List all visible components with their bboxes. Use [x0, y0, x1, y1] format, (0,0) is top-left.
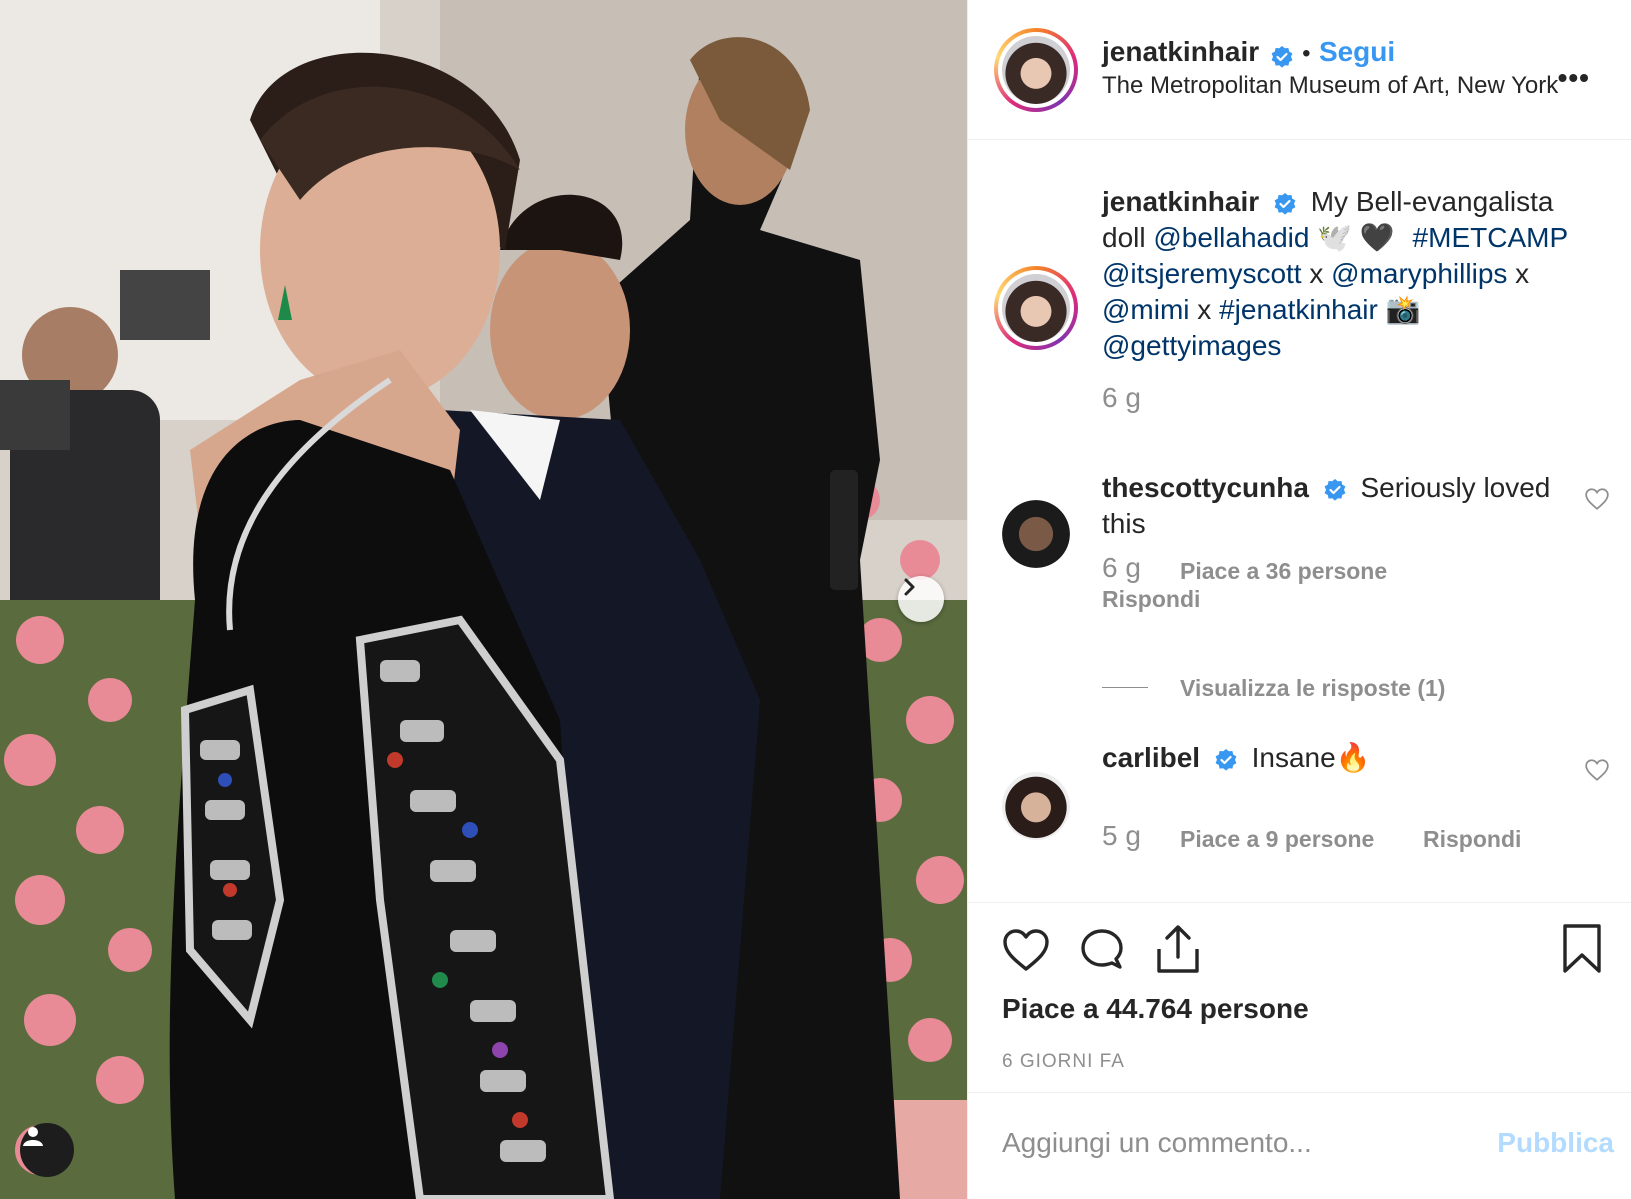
author-username[interactable]: jenatkinhair: [1102, 36, 1259, 67]
more-options-button[interactable]: •••: [1558, 62, 1590, 94]
post-actions: Piace a 44.764 persone 6 GIORNI FA: [968, 902, 1631, 1092]
caption-line1: My Bell-evangalista: [1310, 186, 1554, 217]
next-image-button[interactable]: [898, 576, 944, 622]
comment-icon[interactable]: [1078, 927, 1126, 975]
view-replies-button[interactable]: Visualizza le risposte (1): [1180, 675, 1445, 702]
bookmark-icon[interactable]: [1562, 923, 1602, 975]
add-comment-bar: Pubblica: [968, 1092, 1631, 1199]
caption-text: jenatkinhair My Bell-evangalista doll @b…: [1102, 184, 1602, 364]
like-comment-heart-icon[interactable]: [1584, 486, 1610, 512]
post-header: jenatkinhair • Segui The Metropolitan Mu…: [968, 0, 1631, 140]
replies-divider: [1102, 687, 1148, 688]
publish-button[interactable]: Pubblica: [1497, 1127, 1614, 1159]
post-sidebar: jenatkinhair • Segui The Metropolitan Mu…: [967, 0, 1631, 1199]
caption-doll: doll: [1102, 222, 1146, 253]
mention-maryphillips[interactable]: @maryphillips: [1331, 258, 1507, 289]
separator-dot: •: [1302, 40, 1311, 67]
comment-text: thescottycunha Seriously loved this: [1102, 470, 1562, 542]
post-location[interactable]: The Metropolitan Museum of Art, New York: [1102, 72, 1558, 100]
comment-likes[interactable]: Piace a 36 persone: [1180, 558, 1387, 585]
author-avatar[interactable]: [994, 28, 1078, 112]
mention-mimi[interactable]: @mimi: [1102, 294, 1190, 325]
comment-username[interactable]: carlibel: [1102, 742, 1200, 773]
author-line: jenatkinhair • Segui: [1102, 36, 1395, 69]
comment-time[interactable]: 6 g: [1102, 552, 1141, 584]
comment-body: Seriously loved: [1360, 472, 1551, 503]
share-icon[interactable]: [1154, 923, 1202, 975]
caption-emoji-2: 📸: [1385, 294, 1421, 325]
tagged-users-button[interactable]: [20, 1123, 74, 1177]
follow-button[interactable]: Segui: [1319, 36, 1395, 67]
caption-time[interactable]: 6 g: [1102, 382, 1141, 414]
add-comment-input[interactable]: [1002, 1123, 1462, 1163]
verified-badge-icon: [1274, 192, 1296, 215]
comment-time[interactable]: 5 g: [1102, 820, 1141, 852]
chevron-right-icon: [904, 578, 915, 596]
verified-badge-icon: [1271, 45, 1293, 68]
caption-x: x: [1309, 258, 1324, 289]
post-media[interactable]: [0, 0, 967, 1199]
hashtag-jenatkinhair[interactable]: #jenatkinhair: [1219, 294, 1378, 325]
comment-body: Insane🔥: [1251, 742, 1371, 773]
comment-body-cont: this: [1102, 508, 1146, 539]
mention-bellahadid[interactable]: @bellahadid: [1153, 222, 1309, 253]
post-date[interactable]: 6 GIORNI FA: [1002, 1051, 1125, 1073]
comments-list: jenatkinhair My Bell-evangalista doll @b…: [968, 140, 1631, 902]
caption-username[interactable]: jenatkinhair: [1102, 186, 1259, 217]
comment-likes[interactable]: Piace a 9 persone: [1180, 826, 1374, 853]
commenter-avatar[interactable]: [1002, 500, 1070, 568]
mention-gettyimages[interactable]: @gettyimages: [1102, 330, 1281, 361]
reply-button[interactable]: Rispondi: [1102, 586, 1200, 613]
likes-count[interactable]: Piace a 44.764 persone: [1002, 993, 1309, 1025]
post-photo: [0, 0, 967, 1199]
caption-avatar[interactable]: [994, 266, 1078, 350]
like-comment-heart-icon[interactable]: [1584, 757, 1610, 783]
comment-username[interactable]: thescottycunha: [1102, 472, 1309, 503]
verified-badge-icon: [1324, 478, 1346, 501]
heart-icon[interactable]: [1002, 927, 1050, 973]
user-tag-icon: [23, 1127, 43, 1146]
reply-button[interactable]: Rispondi: [1423, 826, 1521, 853]
verified-badge-icon: [1215, 748, 1237, 771]
caption-x: x: [1197, 294, 1212, 325]
commenter-avatar[interactable]: [1002, 772, 1070, 840]
caption-x: x: [1515, 258, 1530, 289]
caption-emoji-1: 🕊️ 🖤: [1317, 222, 1395, 253]
comment-text: carlibel Insane🔥: [1102, 740, 1562, 776]
mention-itsjeremyscott[interactable]: @itsjeremyscott: [1102, 258, 1302, 289]
hashtag-metcamp[interactable]: #METCAMP: [1413, 222, 1569, 253]
